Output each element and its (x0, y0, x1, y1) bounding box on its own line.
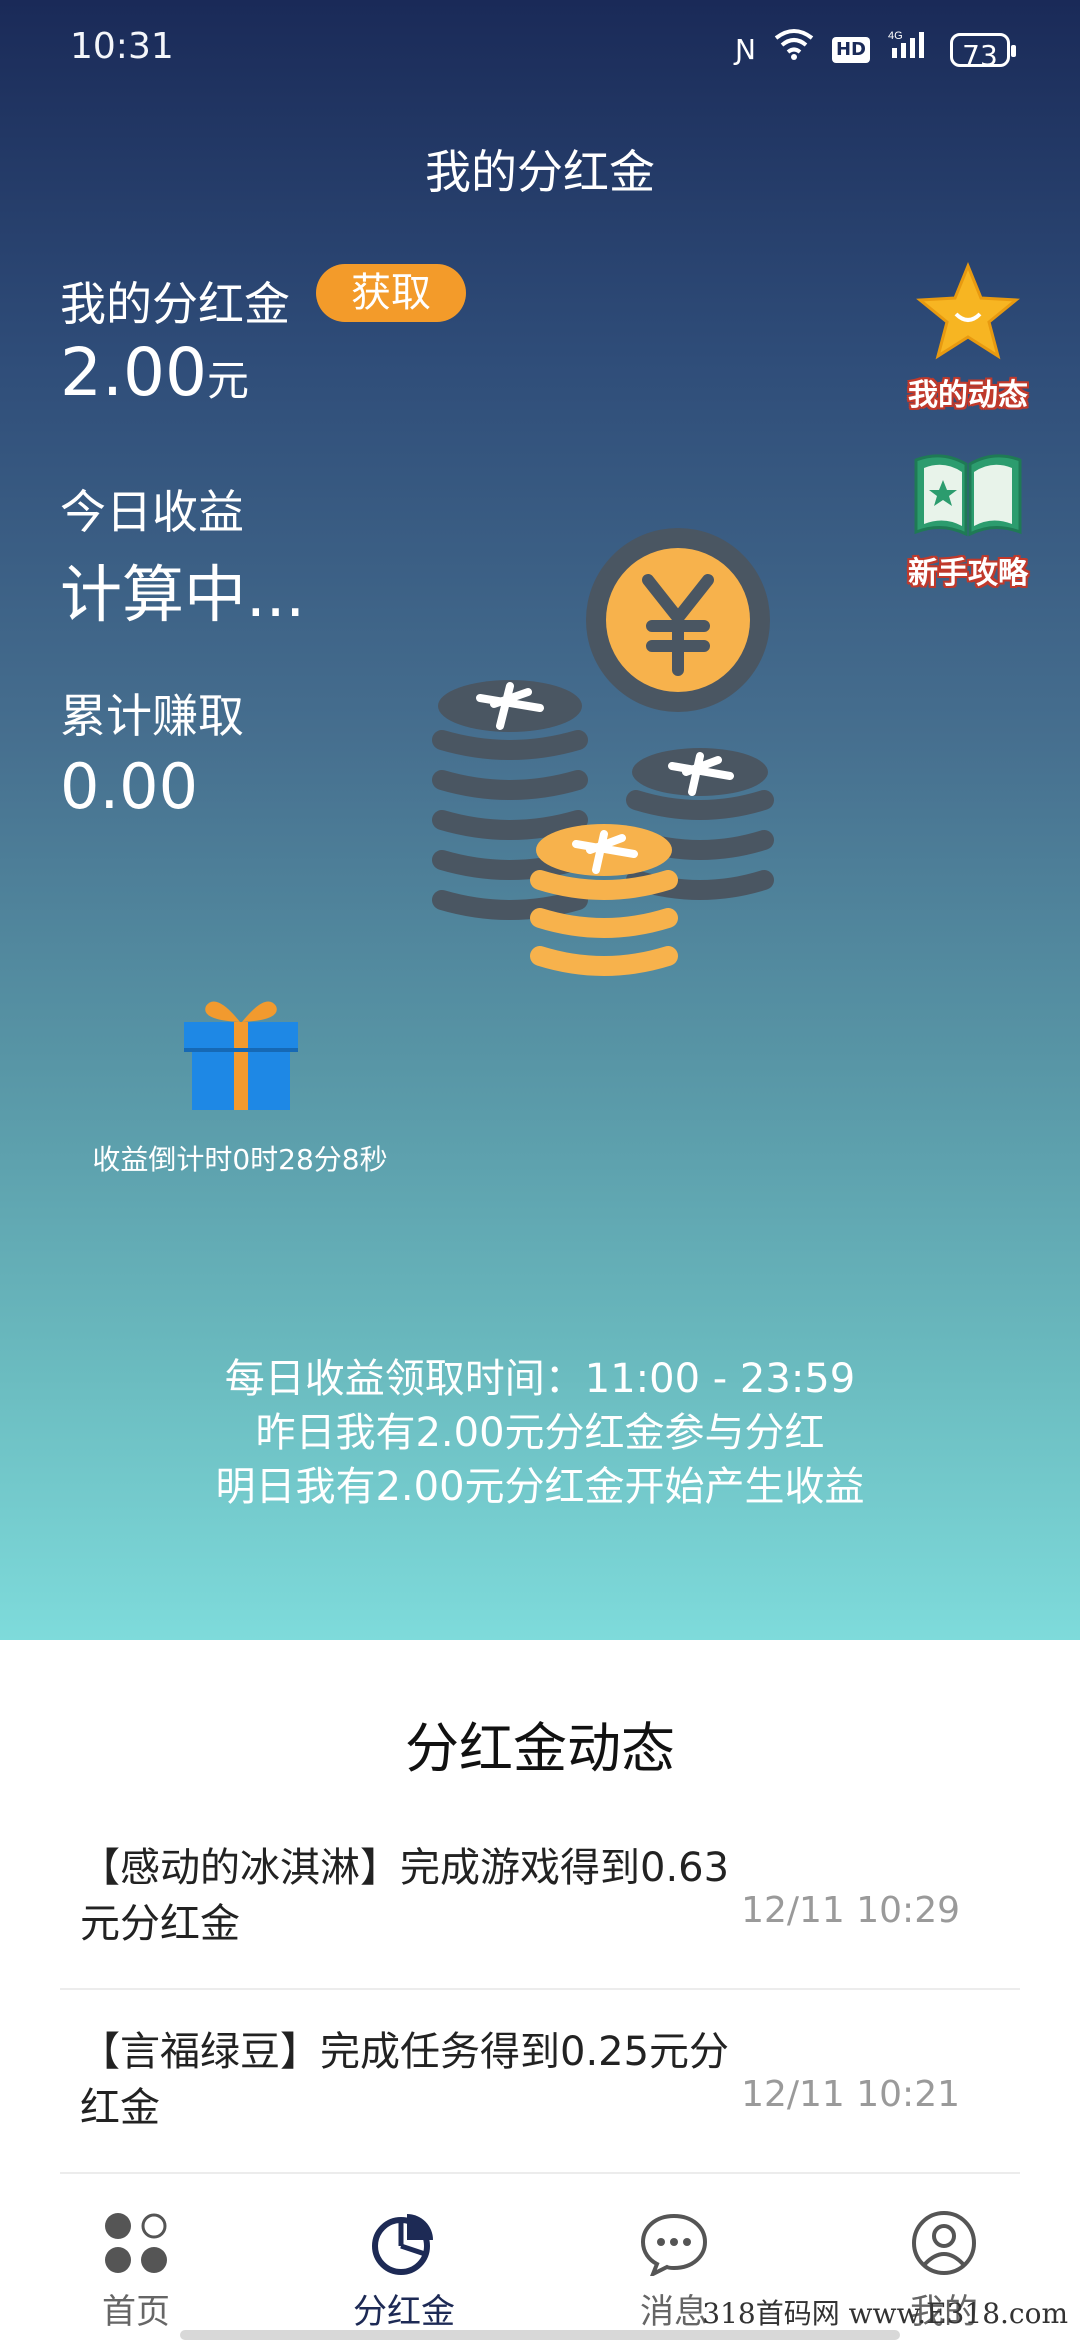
status-time: 10:31 (70, 26, 174, 67)
hd-badge: HD (831, 36, 870, 63)
feed-title: 分红金动态 (405, 1717, 675, 1780)
info-block: 每日收益领取时间：11:00 - 23:59 昨日我有2.00元分红金参与分红 … (0, 1352, 1080, 1514)
today-value: 计算中... (60, 558, 306, 631)
balance-label: 我的分红金 (60, 277, 290, 331)
network-type: 4G (888, 30, 903, 42)
status-icons: Ɲ HD 4G 73 (735, 28, 1016, 72)
total-label: 累计赚取 (60, 689, 244, 743)
wifi-icon (774, 28, 814, 71)
gift-box-icon[interactable] (176, 992, 306, 1112)
list-item: 【感动的冰淇淋】完成游戏得到0.63元分红金 12/11 10:29 (60, 1806, 1020, 1990)
open-book-icon (914, 454, 1022, 537)
star-face-icon (916, 262, 1020, 360)
today-label: 今日收益 (60, 485, 244, 539)
hero-panel: 10:31 Ɲ HD 4G 73 我的分红金 我的分红金 获取 2.00元 今日… (0, 0, 1080, 1640)
battery-icon: 73 (950, 32, 1016, 72)
feed-item-time: 12/11 10:29 (741, 1890, 960, 1931)
pie-chart-icon (372, 2214, 433, 2275)
nfc-icon: Ɲ (735, 32, 756, 66)
get-button[interactable]: 获取 (316, 264, 466, 322)
claim-time-text: 每日收益领取时间：11:00 - 23:59 (224, 1356, 856, 1402)
total-value: 0.00 (60, 750, 199, 823)
tab-home[interactable]: 首页 (36, 2210, 236, 2333)
tab-dividend[interactable]: 分红金 (304, 2210, 504, 2333)
coin-stack-illustration (432, 528, 774, 976)
balance-unit: 元 (206, 356, 249, 405)
dots-grid-icon (105, 2213, 167, 2273)
beginner-guide-label: 新手攻略 (908, 556, 1028, 591)
balance-value: 2.00 (60, 334, 207, 411)
feed-item-text: 【言福绿豆】完成任务得到0.25元分红金 (80, 2029, 730, 2131)
my-activity-button[interactable]: 我的动态 (898, 262, 1038, 414)
status-bar: 10:31 Ɲ HD 4G 73 (0, 0, 1080, 96)
bottom-tab-bar: 首页 分红金 消息 我的 318首码网 www.E318.com (0, 2180, 1080, 2340)
countdown-text: 收益倒计时0时28分8秒 (92, 1143, 388, 1176)
signal-icon: 4G (888, 28, 932, 71)
balance-amount: 2.00元 (60, 334, 249, 411)
feed-item-text: 【感动的冰淇淋】完成游戏得到0.63元分红金 (80, 1845, 730, 1947)
tab-home-label: 首页 (102, 2292, 170, 2332)
tab-dividend-label: 分红金 (353, 2292, 455, 2332)
page-title: 我的分红金 (425, 145, 655, 199)
user-circle-icon (912, 2211, 976, 2275)
beginner-guide-button[interactable]: 新手攻略 (898, 450, 1038, 592)
tomorrow-text: 明日我有2.00元分红金开始产生收益 (215, 1464, 865, 1510)
feed-item-time: 12/11 10:21 (741, 2074, 960, 2115)
my-activity-label: 我的动态 (908, 378, 1028, 413)
watermark: 318首码网 www.E318.com (702, 2297, 1068, 2330)
list-item: 【言福绿豆】完成任务得到0.25元分红金 12/11 10:21 (60, 1990, 1020, 2174)
chat-bubble-icon (640, 2213, 708, 2279)
yesterday-text: 昨日我有2.00元分红金参与分红 (255, 1410, 825, 1456)
